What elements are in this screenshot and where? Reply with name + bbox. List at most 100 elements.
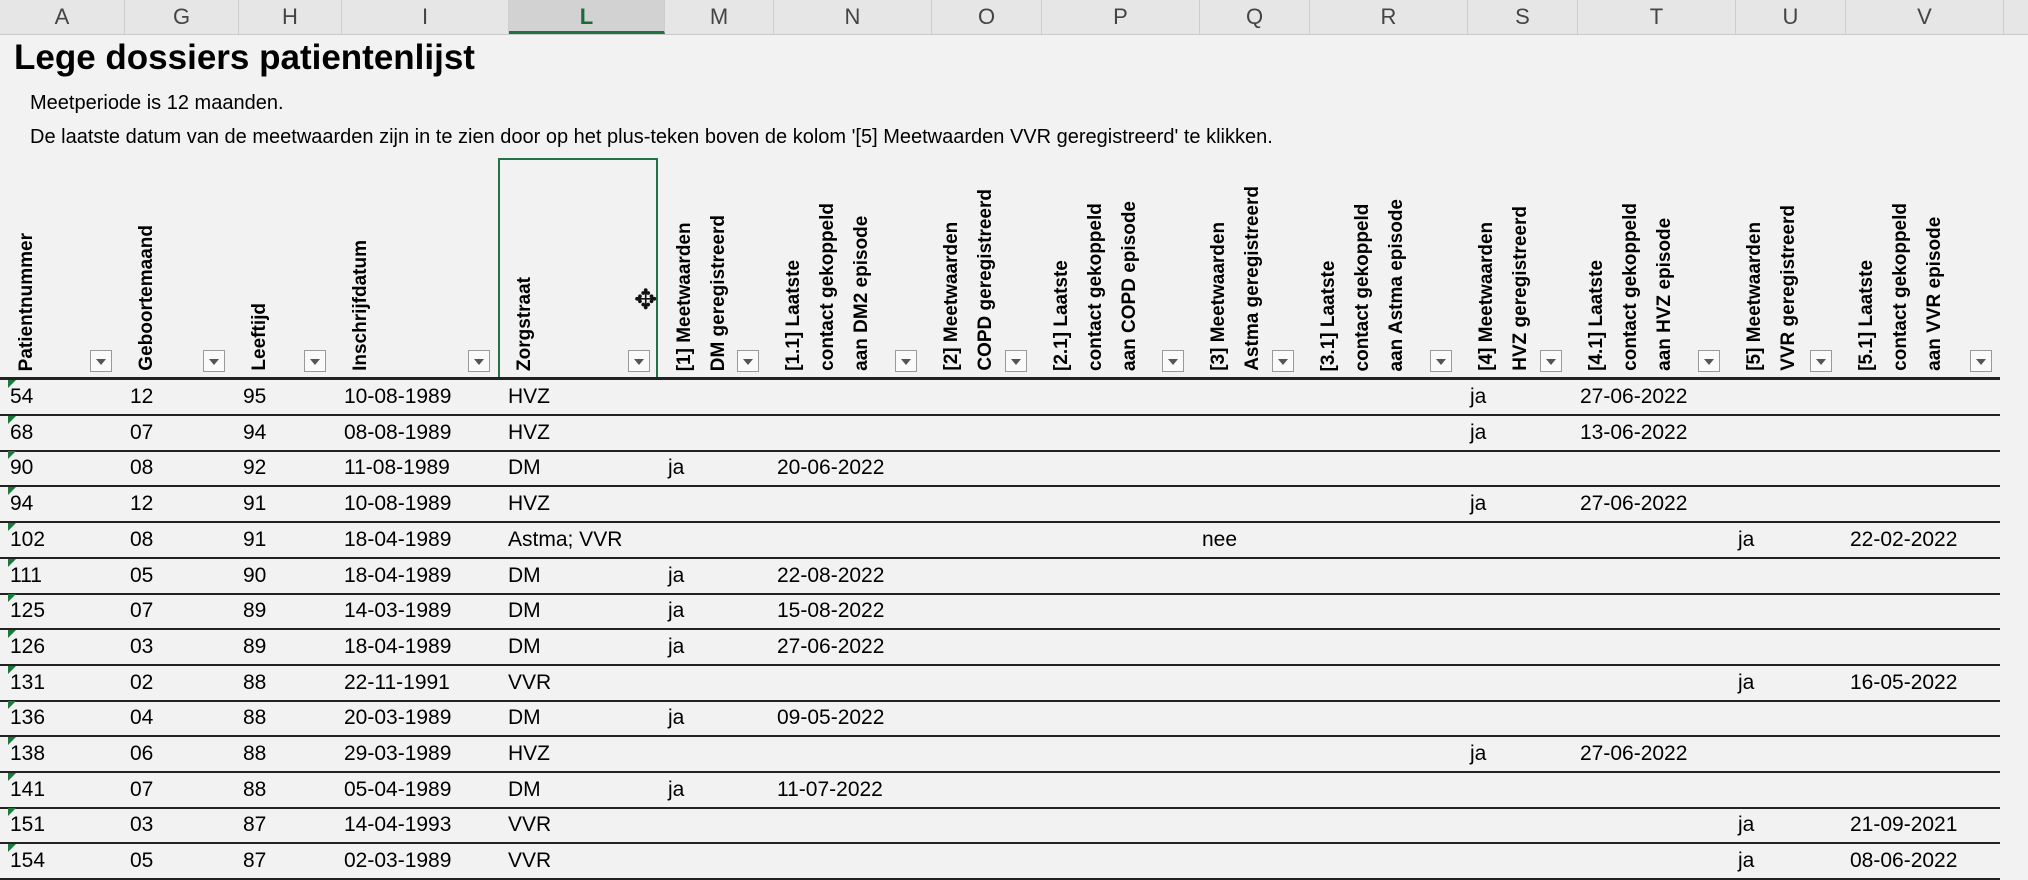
cell-g[interactable]: 07: [130, 416, 153, 450]
cell-a[interactable]: 141: [10, 773, 45, 807]
column-letter-u[interactable]: U: [1736, 0, 1846, 34]
cell-a[interactable]: 126: [10, 630, 45, 664]
cell-h[interactable]: 88: [243, 737, 266, 771]
cell-q[interactable]: nee: [1202, 523, 1237, 557]
header-cell-o[interactable]: [2] Meetwaarden COPD geregistreerd: [925, 160, 1035, 377]
cell-a[interactable]: 131: [10, 666, 45, 700]
header-cell-g[interactable]: Geboortemaand: [120, 160, 233, 377]
cell-l[interactable]: DM: [508, 594, 541, 628]
cell-s[interactable]: ja: [1470, 416, 1486, 450]
cell-h[interactable]: 87: [243, 844, 266, 878]
cell-i[interactable]: 08-08-1989: [344, 416, 451, 450]
cell-g[interactable]: 06: [130, 737, 153, 771]
cell-g[interactable]: 07: [130, 594, 153, 628]
cell-t[interactable]: 27-06-2022: [1580, 487, 1687, 521]
cell-h[interactable]: 91: [243, 523, 266, 557]
cell-s[interactable]: ja: [1470, 737, 1486, 771]
filter-dropdown-button[interactable]: [895, 350, 917, 372]
cell-i[interactable]: 05-04-1989: [344, 773, 451, 807]
cell-v[interactable]: 08-06-2022: [1850, 844, 1957, 878]
cell-a[interactable]: 136: [10, 701, 45, 735]
cell-l[interactable]: VVR: [508, 666, 551, 700]
header-cell-t[interactable]: [4.1] Laatste contact gekoppeld aan HVZ …: [1570, 160, 1728, 377]
cell-g[interactable]: 12: [130, 487, 153, 521]
filter-dropdown-button[interactable]: [304, 350, 326, 372]
filter-dropdown-button[interactable]: [468, 350, 490, 372]
filter-dropdown-button[interactable]: [1005, 350, 1027, 372]
cell-l[interactable]: HVZ: [508, 416, 550, 450]
cell-l[interactable]: DM: [508, 451, 541, 485]
cell-a[interactable]: 111: [10, 559, 42, 593]
column-letter-r[interactable]: R: [1310, 0, 1468, 34]
column-letter-g[interactable]: G: [125, 0, 239, 34]
filter-dropdown-button[interactable]: [1810, 350, 1832, 372]
cell-g[interactable]: 07: [130, 773, 153, 807]
cell-v[interactable]: 21-09-2021: [1850, 808, 1957, 842]
column-letter-n[interactable]: N: [774, 0, 932, 34]
cell-i[interactable]: 18-04-1989: [344, 630, 451, 664]
cell-g[interactable]: 04: [130, 701, 153, 735]
cell-h[interactable]: 88: [243, 666, 266, 700]
cell-m[interactable]: ja: [668, 773, 684, 807]
header-cell-m[interactable]: [1] Meetwaarden DM geregistreerd: [658, 160, 767, 377]
cell-a[interactable]: 154: [10, 844, 45, 878]
cell-i[interactable]: 14-03-1989: [344, 594, 451, 628]
cell-t[interactable]: 27-06-2022: [1580, 380, 1687, 414]
filter-dropdown-button[interactable]: [1698, 350, 1720, 372]
cell-g[interactable]: 03: [130, 630, 153, 664]
cell-h[interactable]: 95: [243, 380, 266, 414]
filter-dropdown-button[interactable]: [1540, 350, 1562, 372]
column-letter-p[interactable]: P: [1042, 0, 1200, 34]
header-cell-r[interactable]: [3.1] Laatste contact gekoppeld aan Astm…: [1302, 160, 1460, 377]
cell-i[interactable]: 18-04-1989: [344, 523, 451, 557]
cell-i[interactable]: 10-08-1989: [344, 487, 451, 521]
header-cell-p[interactable]: [2.1] Laatste contact gekoppeld aan COPD…: [1035, 160, 1192, 377]
cell-h[interactable]: 91: [243, 487, 266, 521]
cell-u[interactable]: ja: [1738, 523, 1754, 557]
cell-a[interactable]: 54: [10, 380, 33, 414]
cell-l[interactable]: HVZ: [508, 487, 550, 521]
header-cell-s[interactable]: [4] Meetwaarden HVZ geregistreerd: [1460, 160, 1570, 377]
filter-dropdown-button[interactable]: [737, 350, 759, 372]
column-letter-l[interactable]: L: [509, 0, 665, 34]
cell-i[interactable]: 20-03-1989: [344, 701, 451, 735]
cell-u[interactable]: ja: [1738, 808, 1754, 842]
cell-g[interactable]: 05: [130, 844, 153, 878]
cell-i[interactable]: 14-04-1993: [344, 808, 451, 842]
cell-h[interactable]: 92: [243, 451, 266, 485]
cell-g[interactable]: 12: [130, 380, 153, 414]
cell-a[interactable]: 151: [10, 808, 45, 842]
cell-v[interactable]: 22-02-2022: [1850, 523, 1957, 557]
header-cell-a[interactable]: Patientnummer: [0, 160, 120, 377]
cell-l[interactable]: HVZ: [508, 737, 550, 771]
cell-m[interactable]: ja: [668, 630, 684, 664]
filter-dropdown-button[interactable]: [90, 350, 112, 372]
cell-l[interactable]: DM: [508, 630, 541, 664]
cell-a[interactable]: 90: [10, 451, 33, 485]
cell-a[interactable]: 94: [10, 487, 33, 521]
cell-n[interactable]: 22-08-2022: [777, 559, 884, 593]
cell-a[interactable]: 138: [10, 737, 45, 771]
column-letter-t[interactable]: T: [1578, 0, 1736, 34]
cell-m[interactable]: ja: [668, 559, 684, 593]
filter-dropdown-button[interactable]: [1162, 350, 1184, 372]
cell-l[interactable]: VVR: [508, 844, 551, 878]
column-letter-h[interactable]: H: [239, 0, 342, 34]
cell-h[interactable]: 87: [243, 808, 266, 842]
header-cell-i[interactable]: Inschrijfdatum: [334, 160, 498, 377]
cell-h[interactable]: 90: [243, 559, 266, 593]
cell-i[interactable]: 10-08-1989: [344, 380, 451, 414]
header-cell-u[interactable]: [5] Meetwaarden VVR geregistreerd: [1728, 160, 1840, 377]
cell-h[interactable]: 94: [243, 416, 266, 450]
cell-v[interactable]: 16-05-2022: [1850, 666, 1957, 700]
cell-a[interactable]: 125: [10, 594, 45, 628]
cell-s[interactable]: ja: [1470, 380, 1486, 414]
cell-a[interactable]: 102: [10, 523, 45, 557]
cell-n[interactable]: 15-08-2022: [777, 594, 884, 628]
cell-u[interactable]: ja: [1738, 844, 1754, 878]
cell-l[interactable]: DM: [508, 773, 541, 807]
cell-m[interactable]: ja: [668, 594, 684, 628]
cell-u[interactable]: ja: [1738, 666, 1754, 700]
cell-n[interactable]: 27-06-2022: [777, 630, 884, 664]
cell-l[interactable]: DM: [508, 559, 541, 593]
